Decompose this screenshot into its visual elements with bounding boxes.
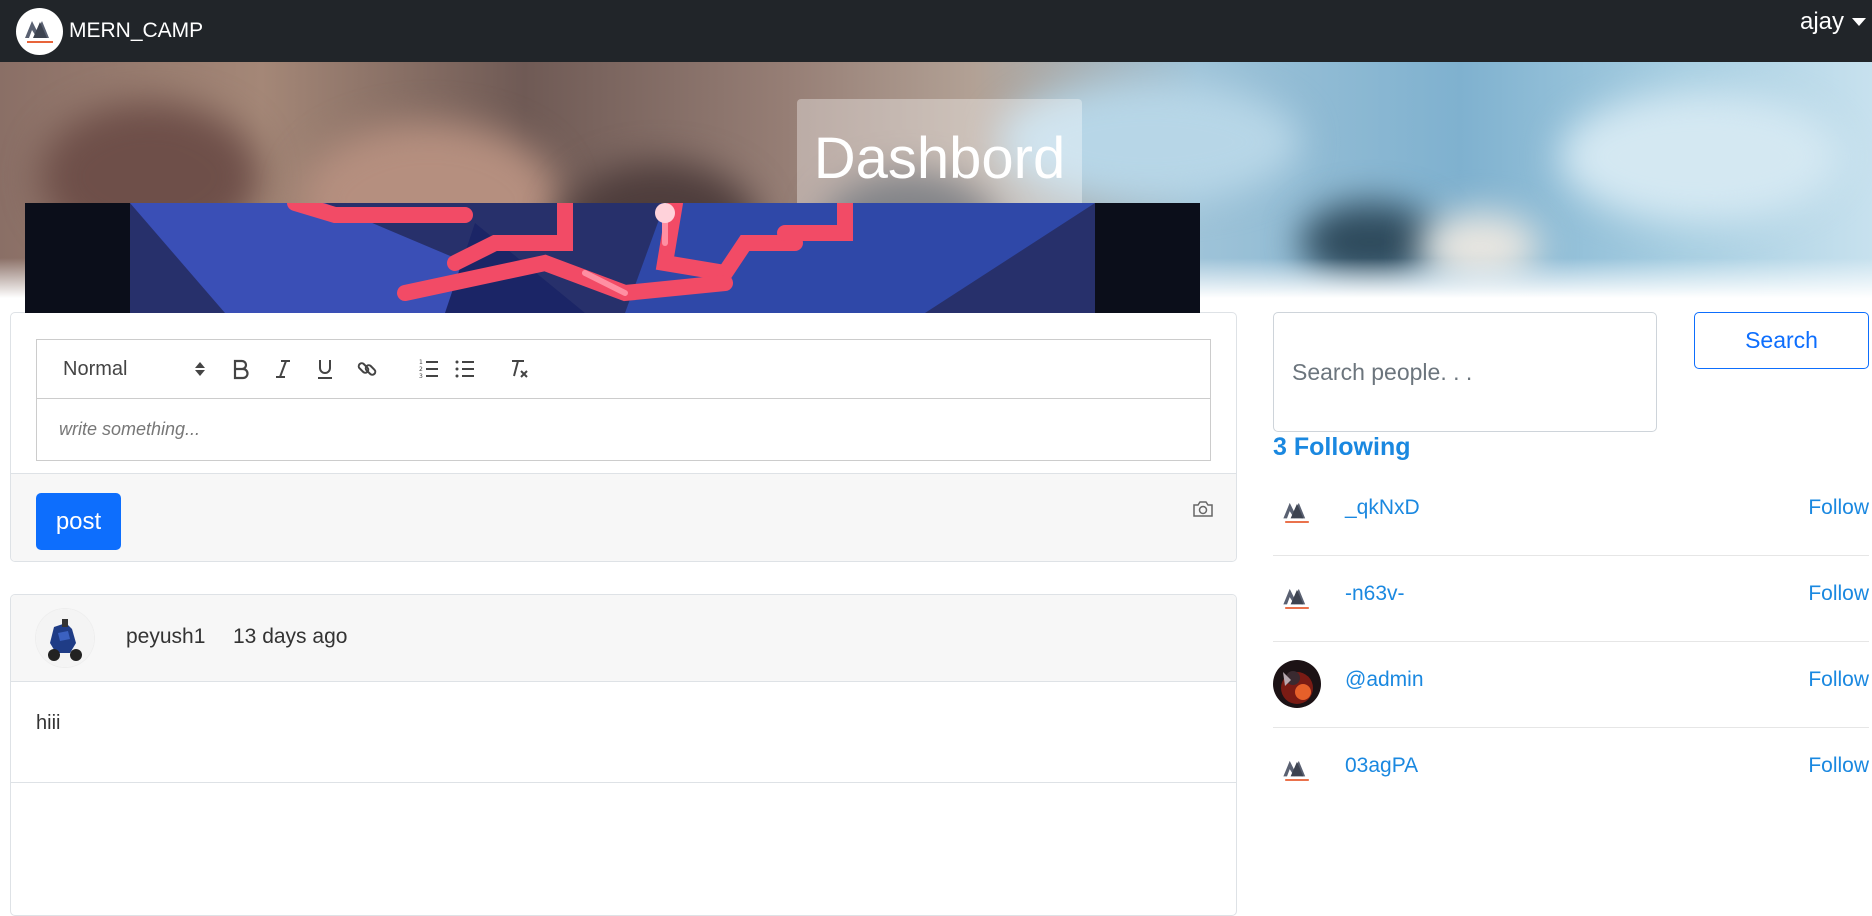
search-button[interactable]: Search <box>1694 312 1869 369</box>
person-name[interactable]: _qkNxD <box>1345 496 1420 520</box>
mern-camp-logo-icon <box>1273 488 1321 536</box>
editor-toolbar: Normal 123 <box>36 339 1211 399</box>
post-button[interactable]: post <box>36 493 121 550</box>
post-card: peyush1 13 days ago hiii <box>10 594 1237 916</box>
post-header: peyush1 13 days ago <box>11 595 1236 682</box>
chevron-down-icon <box>1852 18 1866 26</box>
user-name: ajay <box>1799 8 1844 35</box>
follow-button[interactable]: Follow <box>1808 582 1869 606</box>
select-arrows-icon <box>195 362 205 376</box>
user-dropdown[interactable]: ajay <box>1800 8 1866 36</box>
underline-icon[interactable] <box>307 351 343 387</box>
person-name[interactable]: 03agPA <box>1345 754 1418 778</box>
link-icon[interactable] <box>349 351 385 387</box>
post-content: hiii <box>11 682 1236 783</box>
follow-button[interactable]: Follow <box>1808 668 1869 692</box>
brand-name: MERN_CAMP <box>69 19 204 42</box>
svg-text:1: 1 <box>419 359 423 366</box>
search-input[interactable] <box>1273 312 1657 432</box>
avatar[interactable] <box>36 609 94 667</box>
ordered-list-icon[interactable]: 123 <box>411 351 447 387</box>
bullet-list-icon[interactable] <box>447 351 483 387</box>
editor-placeholder: write something... <box>59 419 201 439</box>
mern-camp-logo-icon <box>1273 746 1321 794</box>
post-image <box>25 203 1200 313</box>
italic-icon[interactable] <box>265 351 301 387</box>
page-title: Dashbord <box>813 126 1066 191</box>
avatar <box>1273 660 1321 708</box>
format-select[interactable]: Normal <box>63 358 211 381</box>
editor-footer: post <box>11 473 1236 561</box>
bold-icon[interactable] <box>223 351 259 387</box>
follow-button[interactable]: Follow <box>1808 754 1869 778</box>
svg-text:3: 3 <box>419 373 423 380</box>
format-select-value: Normal <box>63 357 128 380</box>
person-name[interactable]: @admin <box>1345 668 1424 692</box>
brand-link[interactable]: MERN_CAMP <box>16 7 204 55</box>
hero-title-box: Dashbord <box>797 99 1082 218</box>
mern-camp-logo-icon <box>16 7 63 55</box>
list-item: -n63v- Follow <box>1273 556 1869 642</box>
create-post-card: Normal 123 write something... post <box>10 312 1237 562</box>
post-author[interactable]: peyush1 <box>126 625 205 649</box>
mern-camp-logo-icon <box>1273 574 1321 622</box>
follow-button[interactable]: Follow <box>1808 496 1869 520</box>
post-timestamp: 13 days ago <box>233 625 348 648</box>
list-item: _qkNxD Follow <box>1273 470 1869 556</box>
post-text: hiii <box>36 712 61 734</box>
camera-icon[interactable] <box>1192 499 1214 524</box>
post-editor[interactable]: write something... <box>36 399 1211 461</box>
list-item: @admin Follow <box>1273 642 1869 728</box>
people-list: _qkNxD Follow -n63v- Follow @admin Follo… <box>1273 470 1869 813</box>
navbar: MERN_CAMP ajay <box>0 0 1872 62</box>
following-count[interactable]: 3 Following <box>1273 433 1411 462</box>
person-name[interactable]: -n63v- <box>1345 582 1405 606</box>
list-item: 03agPA Follow <box>1273 728 1869 813</box>
clear-format-icon[interactable] <box>501 351 537 387</box>
svg-text:2: 2 <box>419 366 423 373</box>
